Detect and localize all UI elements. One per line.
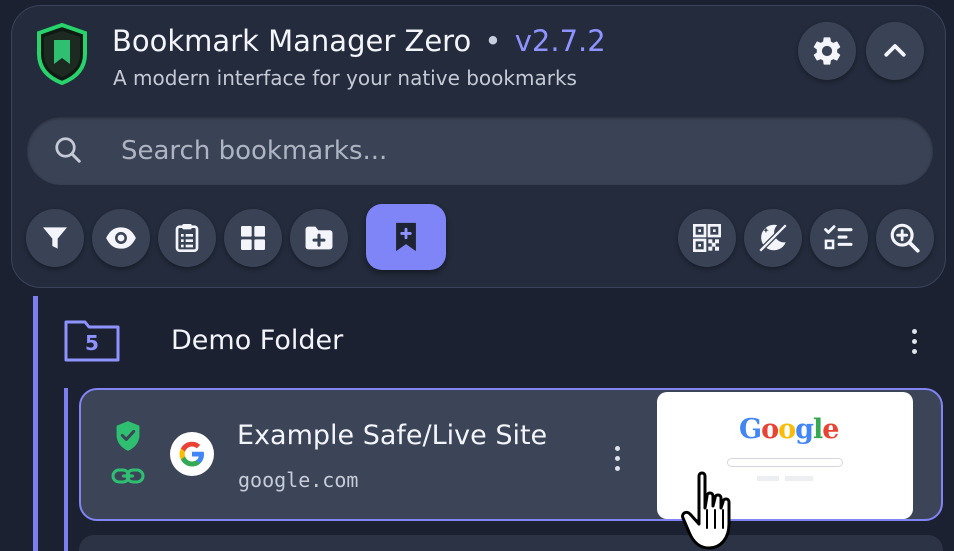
- eye-icon: [106, 227, 136, 249]
- folder-plus-icon: [305, 226, 333, 250]
- theme-toggle-button[interactable]: [744, 209, 802, 267]
- shield-check-icon: [116, 421, 140, 451]
- preview-search-box: [727, 458, 843, 467]
- header-panel: Bookmark Manager Zero • v2.7.2 A modern …: [11, 5, 946, 288]
- zoom-button[interactable]: [876, 209, 934, 267]
- hand-cursor-icon: [681, 471, 731, 550]
- app-logo-shield-icon: [37, 22, 87, 86]
- bookmark-url: google.com: [238, 468, 359, 492]
- view-button[interactable]: [92, 209, 150, 267]
- clipboard-button[interactable]: [158, 209, 216, 267]
- dot-icon: [911, 349, 917, 354]
- app-version: v2.7.2: [514, 24, 606, 58]
- app-name: Bookmark Manager Zero: [112, 24, 472, 58]
- filter-button[interactable]: [26, 209, 84, 267]
- search-input[interactable]: [121, 129, 901, 173]
- qr-code-button[interactable]: [678, 209, 736, 267]
- dot-icon: [614, 466, 620, 471]
- preview-button: [757, 476, 779, 481]
- folder-bookmark-count: 5: [85, 331, 99, 355]
- dot-icon: [911, 329, 917, 334]
- bookmark-plus-icon: [396, 222, 416, 252]
- chevron-up-icon: [884, 44, 906, 57]
- add-bookmark-button[interactable]: [366, 204, 446, 270]
- zoom-in-icon: [890, 223, 920, 253]
- grid-icon: [241, 226, 265, 250]
- gear-icon: [813, 37, 841, 65]
- bookmark-menu-button[interactable]: [612, 446, 622, 471]
- link-icon: [111, 468, 145, 484]
- dot-icon: [614, 456, 620, 461]
- folder-menu-button[interactable]: [909, 329, 919, 354]
- app-subtitle: A modern interface for your native bookm…: [113, 66, 577, 90]
- qr-code-icon: [693, 224, 721, 252]
- title-separator: •: [484, 24, 502, 58]
- google-favicon-icon: [170, 432, 214, 476]
- settings-button[interactable]: [798, 22, 856, 80]
- preview-button: [785, 476, 813, 481]
- folder-name[interactable]: Demo Folder: [171, 325, 343, 356]
- app-title: Bookmark Manager Zero • v2.7.2: [112, 24, 606, 58]
- bookmark-item[interactable]: Example Safe/Live Site google.com Google: [79, 388, 943, 521]
- tree-guide-line-nested: [64, 388, 68, 551]
- tree-guide-line: [33, 296, 38, 551]
- filter-icon: [43, 227, 67, 249]
- preview-logo: Google: [739, 414, 839, 445]
- checklist-icon: [824, 225, 853, 250]
- clipboard-list-icon: [175, 224, 199, 252]
- new-folder-button[interactable]: [290, 209, 348, 267]
- theme-toggle-icon: [758, 223, 788, 253]
- dot-icon: [911, 339, 917, 344]
- dot-icon: [614, 446, 620, 451]
- search-bar: [27, 117, 933, 185]
- bookmark-item-next[interactable]: [79, 535, 943, 551]
- select-mode-button[interactable]: [810, 209, 868, 267]
- collapse-button[interactable]: [866, 22, 924, 80]
- search-icon: [55, 137, 81, 163]
- grid-view-button[interactable]: [224, 209, 282, 267]
- bookmark-title: Example Safe/Live Site: [237, 420, 548, 451]
